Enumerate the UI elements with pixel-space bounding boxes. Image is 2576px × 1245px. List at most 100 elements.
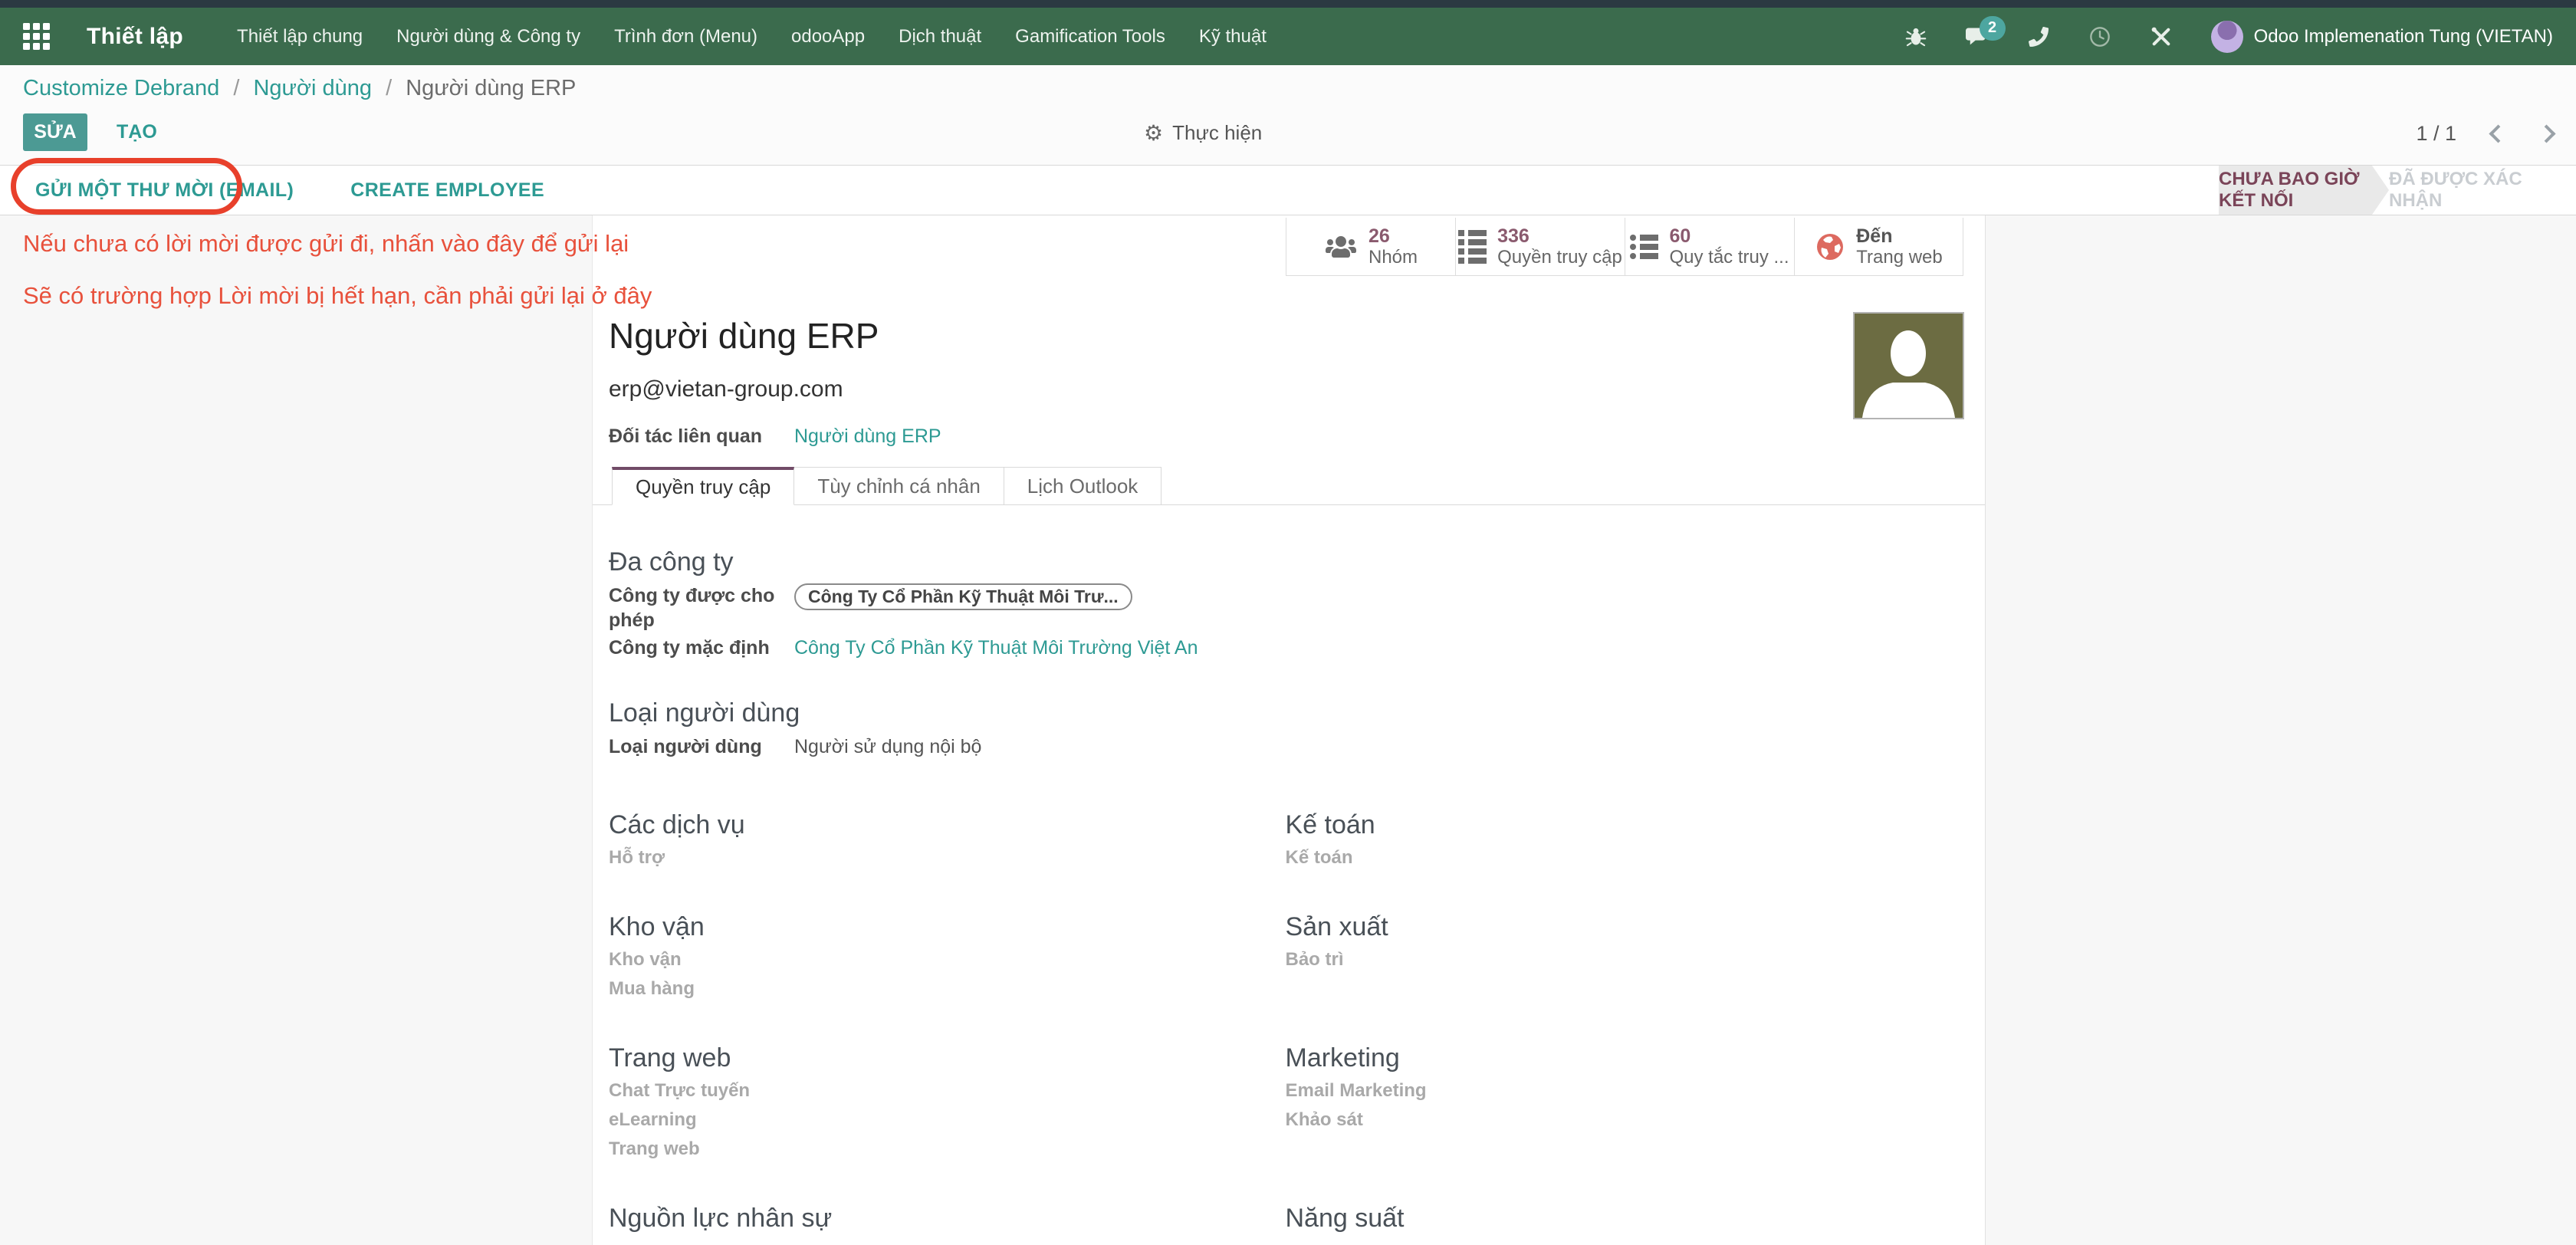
related-partner-link[interactable]: Người dùng ERP	[794, 424, 941, 448]
menu-translation[interactable]: Dịch thuật	[899, 26, 981, 48]
breadcrumb-separator: /	[225, 76, 247, 100]
stage-widget: CHƯA BAO GIỜ KẾT NỐI ĐÃ ĐƯỢC XÁC NHẬN	[2219, 166, 2568, 215]
form-statusbar: GỬI MỘT THƯ MỜI (EMAIL) CREATE EMPLOYEE …	[0, 165, 2576, 215]
group-manufacturing: Sản xuất Bảo trì	[1286, 912, 1963, 1000]
action-menu-button[interactable]: ⚙ Thực hiện	[1144, 120, 1262, 146]
stat-website-value: Đến	[1856, 226, 1943, 247]
systray: 2	[1904, 21, 2553, 53]
pager: 1 / 1	[2416, 122, 2553, 146]
group-item: Hỗ trợ	[609, 846, 1286, 869]
breadcrumb-separator: /	[378, 76, 399, 100]
default-company-field: Công ty mặc định Công Ty Cổ Phần Kỹ Thuậ…	[609, 636, 1985, 660]
pager-previous-icon[interactable]	[2489, 124, 2507, 143]
create-button[interactable]: TẠO	[117, 121, 157, 143]
user-menu[interactable]: Odoo Implemenation Tung (VIETAN)	[2211, 21, 2553, 53]
notebook-tabs: Quyền truy cập Tùy chỉnh cá nhân Lịch Ou…	[593, 467, 1985, 505]
user-type-field: Loại người dùng Người sử dụng nội bộ	[609, 734, 1985, 759]
group-marketing: Marketing Email Marketing Khảo sát	[1286, 1043, 1963, 1161]
odoo-settings-user-page: Thiết lập Thiết lập chung Người dùng & C…	[0, 0, 2576, 1245]
menu-technical[interactable]: Kỹ thuật	[1199, 26, 1267, 48]
group-heading: Trang web	[609, 1043, 1286, 1073]
action-menu-label: Thực hiện	[1172, 121, 1262, 145]
group-item: Kế toán	[1286, 846, 1963, 869]
users-icon	[1324, 235, 1358, 259]
breadcrumb-users[interactable]: Người dùng	[253, 76, 372, 100]
menu-general-settings[interactable]: Thiết lập chung	[237, 26, 363, 48]
gear-icon: ⚙	[1144, 120, 1163, 146]
breadcrumb: Customize Debrand / Người dùng / Người d…	[23, 76, 576, 101]
breadcrumb-current: Người dùng ERP	[406, 76, 576, 100]
globe-icon	[1815, 232, 1845, 262]
menu-odooapp[interactable]: odooApp	[791, 26, 865, 48]
group-item: Kho vận	[609, 948, 1286, 971]
app-name[interactable]: Thiết lập	[87, 24, 183, 50]
group-inventory: Kho vận Kho vận Mua hàng	[609, 912, 1286, 1000]
send-invitation-button[interactable]: GỬI MỘT THƯ MỜI (EMAIL)	[35, 179, 294, 202]
create-employee-button[interactable]: CREATE EMPLOYEE	[350, 179, 544, 202]
apps-grid-icon[interactable]	[23, 23, 50, 50]
stat-button-groups[interactable]: 26 Nhóm	[1286, 218, 1455, 276]
pager-next-icon[interactable]	[2537, 124, 2555, 143]
tab-outlook-calendar[interactable]: Lịch Outlook	[1004, 467, 1162, 505]
user-type-value: Người sử dụng nội bộ	[794, 734, 981, 759]
menu-users-companies[interactable]: Người dùng & Công ty	[396, 26, 580, 48]
group-item: Chat Trực tuyến	[609, 1079, 1286, 1102]
group-website: Trang web Chat Trực tuyến eLearning Tran…	[609, 1043, 1286, 1161]
main-navbar: Thiết lập Thiết lập chung Người dùng & C…	[0, 8, 2576, 65]
user-name: Odoo Implemenation Tung (VIETAN)	[2254, 26, 2553, 48]
group-accounting: Kế toán Kế toán	[1286, 810, 1963, 869]
group-productivity: Năng suất	[1286, 1203, 1963, 1234]
messages-icon[interactable]: 2	[1966, 25, 1989, 48]
stat-groups-value: 26	[1368, 226, 1418, 247]
default-company-label: Công ty mặc định	[609, 636, 794, 660]
activities-clock-icon[interactable]	[2088, 25, 2111, 48]
related-partner-field: Đối tác liên quan Người dùng ERP	[609, 424, 1985, 448]
group-item: Email Marketing	[1286, 1079, 1963, 1102]
stat-access-value: 336	[1497, 226, 1622, 247]
stage-never-connected[interactable]: CHƯA BAO GIỜ KẾT NỐI	[2219, 166, 2389, 215]
group-item: Khảo sát	[1286, 1109, 1963, 1132]
messages-count-badge: 2	[1980, 16, 2006, 41]
edit-button[interactable]: SỬA	[23, 113, 87, 151]
group-item: Mua hàng	[609, 977, 1286, 1000]
stat-rules-label: Quy tắc truy ...	[1669, 247, 1789, 268]
record-avatar	[1853, 312, 1964, 419]
group-item: Trang web	[609, 1138, 1286, 1161]
group-services: Các dịch vụ Hỗ trợ	[609, 810, 1286, 869]
stat-access-label: Quyền truy cập	[1497, 247, 1622, 268]
user-type-label: Loại người dùng	[609, 734, 794, 759]
pager-count: 1 / 1	[2416, 122, 2456, 146]
group-heading: Nguồn lực nhân sự	[609, 1203, 1286, 1234]
stat-website-label: Trang web	[1856, 247, 1943, 268]
stat-button-website[interactable]: Đến Trang web	[1794, 218, 1963, 276]
allowed-companies-label: Công ty được cho phép	[609, 583, 794, 632]
stat-button-access-rights[interactable]: 336 Quyền truy cập	[1455, 218, 1625, 276]
record-title: Người dùng ERP	[609, 315, 1985, 356]
stat-button-row: 26 Nhóm 336 Quyền truy cập	[1286, 218, 1963, 276]
stage-confirmed[interactable]: ĐÃ ĐƯỢC XÁC NHẬN	[2389, 166, 2568, 215]
access-groups-grid: Các dịch vụ Hỗ trợ Kế toán Kế toán Kho v…	[609, 810, 1962, 1234]
tab-preferences[interactable]: Tùy chỉnh cá nhân	[794, 467, 1004, 505]
menu-menu[interactable]: Trình đơn (Menu)	[614, 26, 757, 48]
allowed-companies-field: Công ty được cho phép Công Ty Cổ Phần Kỹ…	[609, 583, 1985, 632]
window-top-strip	[0, 0, 2576, 8]
tab-access-rights[interactable]: Quyền truy cập	[612, 467, 794, 505]
default-company-link[interactable]: Công Ty Cổ Phần Kỹ Thuật Môi Trường Việt…	[794, 636, 1198, 660]
menu-gamification[interactable]: Gamification Tools	[1015, 26, 1165, 48]
bug-icon[interactable]	[1904, 25, 1927, 48]
stat-groups-label: Nhóm	[1368, 247, 1418, 268]
multi-company-heading: Đa công ty	[609, 547, 1985, 577]
phone-icon[interactable]	[2027, 25, 2050, 48]
stat-button-record-rules[interactable]: 60 Quy tắc truy ...	[1625, 218, 1794, 276]
group-heading: Năng suất	[1286, 1203, 1963, 1234]
tools-icon[interactable]	[2150, 25, 2173, 48]
breadcrumb-customize-debrand[interactable]: Customize Debrand	[23, 76, 219, 100]
user-type-heading: Loại người dùng	[609, 698, 1985, 728]
list-icon	[1458, 230, 1487, 264]
group-item: eLearning	[609, 1109, 1286, 1132]
list-icon	[1630, 235, 1658, 259]
annotation-line-1: Nếu chưa có lời mời được gửi đi, nhấn và…	[23, 230, 629, 258]
group-human-resources: Nguồn lực nhân sự	[609, 1203, 1286, 1234]
control-panel: Customize Debrand / Người dùng / Người d…	[0, 65, 2576, 165]
group-heading: Sản xuất	[1286, 912, 1963, 942]
